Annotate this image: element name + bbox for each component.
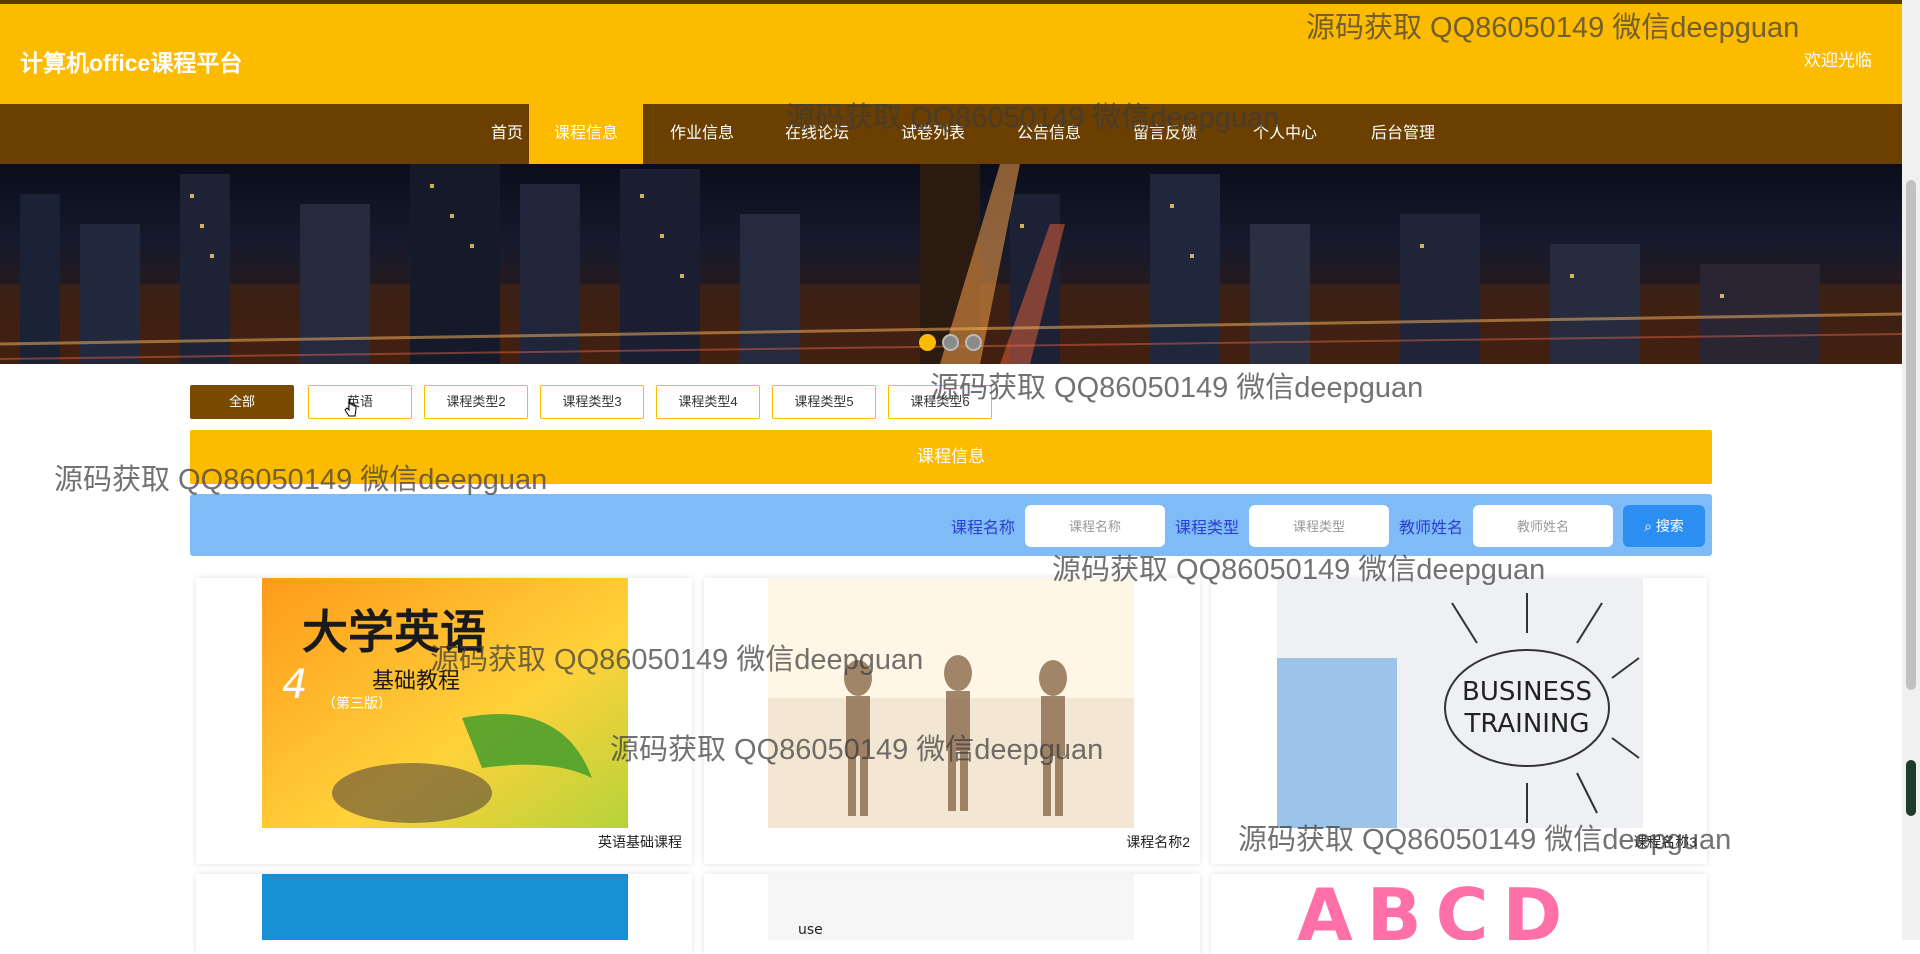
scrollbar-marker <box>1906 760 1916 816</box>
watermark: 源码获取 QQ86050149 微信deepguan <box>930 372 1424 404</box>
vertical-scrollbar[interactable] <box>1902 0 1920 940</box>
cover-title: 大学英语 <box>302 605 486 659</box>
course-name-input[interactable] <box>1025 505 1165 547</box>
section-title: 课程信息 <box>190 430 1712 484</box>
nav-personal-center[interactable]: 个人中心 <box>1238 104 1332 164</box>
teacher-name-label: 教师姓名 <box>1399 520 1464 537</box>
nav-homework[interactable]: 作业信息 <box>655 104 749 164</box>
course-image-1[interactable]: 大学英语 基础教程 4 （第三版） <box>262 578 628 828</box>
search-bar: 课程名称 课程类型 教师姓名 ⌕ 搜索 <box>190 494 1712 556</box>
filter-type-5[interactable]: 课程类型5 <box>772 385 876 419</box>
course-card-5[interactable]: use <box>704 874 1200 954</box>
search-button-label: 搜索 <box>1655 518 1684 534</box>
image-text-use: use <box>798 922 823 938</box>
course-type-input[interactable] <box>1249 505 1389 547</box>
cover-subtitle: 基础教程 <box>372 669 460 694</box>
course-name-1[interactable]: 英语基础课程 <box>598 832 682 852</box>
image-text-business: BUSINESS <box>1462 677 1592 707</box>
mouse-cursor-icon <box>344 398 357 417</box>
course-card-6[interactable]: ABCD <box>1211 874 1707 954</box>
course-card-4[interactable] <box>196 874 692 954</box>
nav-admin[interactable]: 后台管理 <box>1356 104 1450 164</box>
site-title[interactable]: 计算机office课程平台 <box>20 44 242 78</box>
scrollbar-thumb[interactable] <box>1906 180 1916 690</box>
course-type-label: 课程类型 <box>1175 520 1240 537</box>
carousel-dot-2[interactable] <box>942 334 959 351</box>
filter-english[interactable]: 英语 <box>308 385 412 419</box>
nav-feedback[interactable]: 留言反馈 <box>1118 104 1212 164</box>
image-text-training: TRAINING <box>1463 709 1589 739</box>
filter-type-2[interactable]: 课程类型2 <box>424 385 528 419</box>
top-header: 计算机office课程平台 欢迎光临 <box>0 0 1902 104</box>
course-name-3[interactable]: 课程名称3 <box>1633 832 1697 852</box>
cover-number: 4 <box>282 662 307 708</box>
filter-all[interactable]: 全部 <box>190 385 294 419</box>
course-image-3[interactable]: BUSINESS TRAINING <box>1277 578 1643 828</box>
nav-exam-list[interactable]: 试卷列表 <box>886 104 980 164</box>
search-button[interactable]: ⌕ 搜索 <box>1623 505 1705 547</box>
cover-edition: （第三版） <box>322 695 392 712</box>
search-icon: ⌕ <box>1644 518 1656 534</box>
filter-type-4[interactable]: 课程类型4 <box>656 385 760 419</box>
welcome-text: 欢迎光临 <box>1804 51 1872 70</box>
course-image-5[interactable]: use <box>768 874 1134 940</box>
nav-course-info[interactable]: 课程信息 <box>529 104 643 164</box>
filter-type-6[interactable]: 课程类型6 <box>888 385 992 419</box>
filter-type-3[interactable]: 课程类型3 <box>540 385 644 419</box>
main-nav: 首页 课程信息 作业信息 在线论坛 试卷列表 公告信息 留言反馈 个人中心 后台… <box>0 104 1902 164</box>
course-image-4[interactable] <box>262 874 628 940</box>
course-card-2[interactable]: 课程名称2 <box>704 578 1200 864</box>
course-card-3[interactable]: BUSINESS TRAINING 课程名称3 <box>1211 578 1707 864</box>
carousel-dot-1[interactable] <box>919 334 936 351</box>
carousel-dot-3[interactable] <box>965 334 982 351</box>
image-text-abcd: ABCD <box>1297 874 1576 940</box>
course-name-label: 课程名称 <box>951 520 1016 537</box>
course-name-2[interactable]: 课程名称2 <box>1126 832 1190 852</box>
course-card-1[interactable]: 大学英语 基础教程 4 （第三版） 英语基础课程 <box>196 578 692 864</box>
teacher-name-input[interactable] <box>1473 505 1613 547</box>
course-image-2[interactable] <box>768 578 1134 828</box>
course-image-6[interactable]: ABCD <box>1277 874 1643 940</box>
nav-announcements[interactable]: 公告信息 <box>1002 104 1096 164</box>
nav-forum[interactable]: 在线论坛 <box>770 104 864 164</box>
